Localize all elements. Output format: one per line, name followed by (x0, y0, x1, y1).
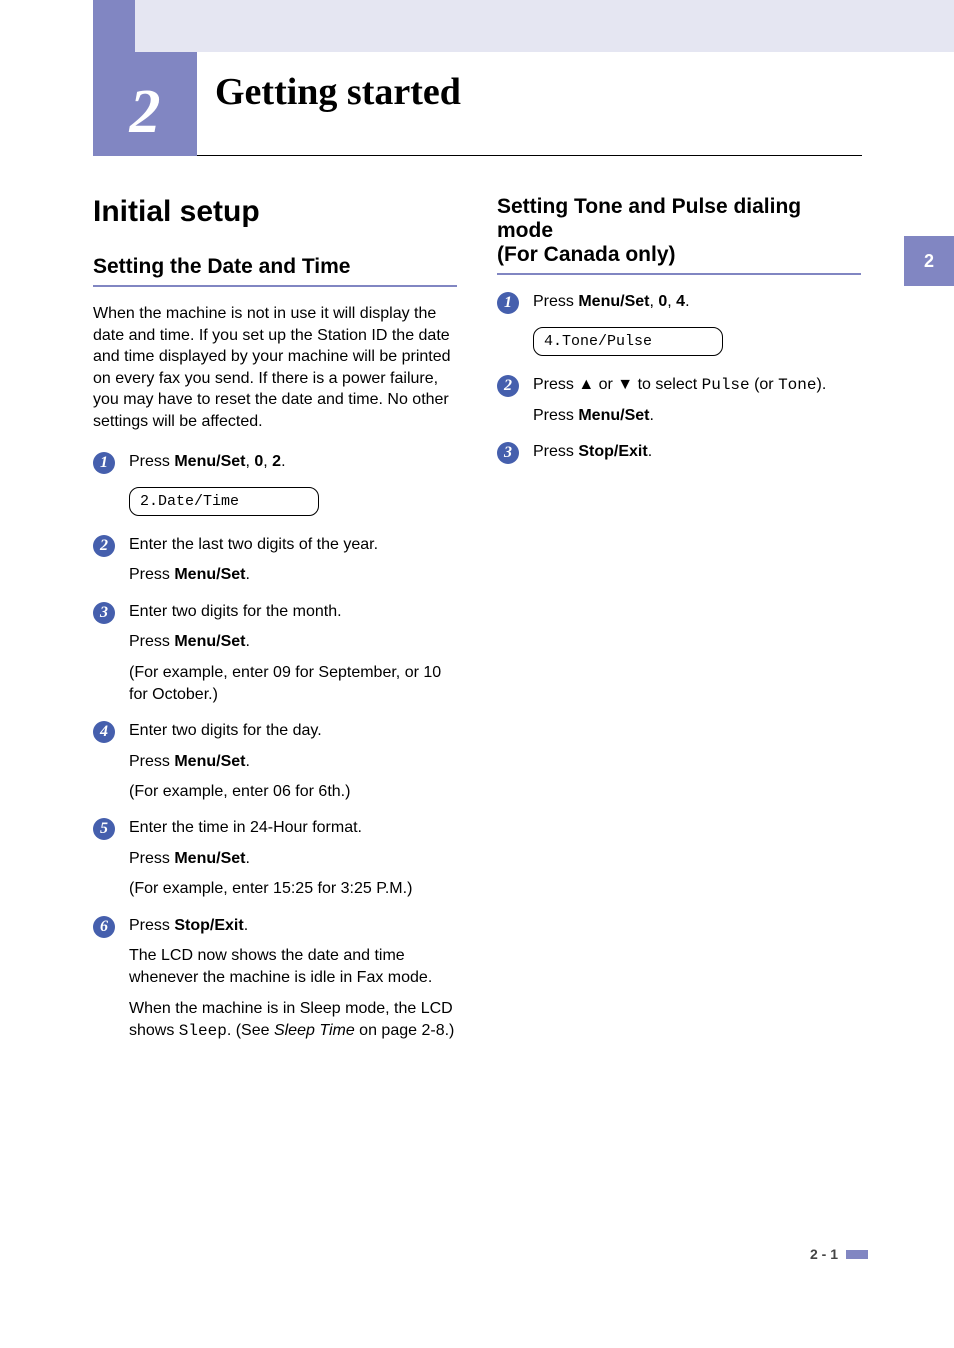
step-text: Press Menu/Set, 0, 4. (533, 291, 861, 313)
step-text: Press Menu/Set. (129, 848, 457, 870)
step-1: 1 Press Menu/Set, 0, 2. 2.Date/Time (93, 451, 457, 520)
chapter-number: 2 (130, 77, 161, 148)
page-footer: 2 - 1 (810, 1246, 868, 1262)
page-side-tab: 2 (904, 236, 954, 286)
step-body: Enter the last two digits of the year. P… (129, 534, 457, 587)
step-text: Press Menu/Set. (129, 564, 457, 586)
footer-accent-bar (846, 1250, 868, 1259)
step-text: Press Menu/Set. (129, 751, 457, 773)
step-number-icon: 5 (93, 818, 115, 840)
section-heading: Initial setup (93, 195, 457, 229)
step-number-icon: 2 (497, 375, 519, 397)
step-text: When the machine is in Sleep mode, the L… (129, 998, 457, 1043)
step-number-icon: 1 (93, 452, 115, 474)
step-body: Enter two digits for the month. Press Me… (129, 601, 457, 707)
step-body: Press Menu/Set, 0, 4. 4.Tone/Pulse (533, 291, 861, 360)
step-body: Press Menu/Set, 0, 2. 2.Date/Time (129, 451, 457, 520)
step-number-icon: 4 (93, 721, 115, 743)
step-body: Press Stop/Exit. The LCD now shows the d… (129, 915, 457, 1043)
step-example: (For example, enter 09 for September, or… (129, 662, 457, 707)
step-example: (For example, enter 06 for 6th.) (129, 781, 457, 803)
page-side-tab-label: 2 (924, 251, 934, 272)
step-text: Enter the last two digits of the year. (129, 534, 457, 556)
step-number-icon: 3 (93, 602, 115, 624)
step-6: 6 Press Stop/Exit. The LCD now shows the… (93, 915, 457, 1043)
lcd-display: 4.Tone/Pulse (533, 327, 723, 356)
left-column: Initial setup Setting the Date and Time … (93, 195, 457, 1057)
top-tab (93, 0, 135, 52)
content-area: Initial setup Setting the Date and Time … (93, 195, 861, 1057)
subsection-heading-date-time: Setting the Date and Time (93, 255, 457, 287)
chapter-title: Getting started (215, 70, 461, 114)
step-text: Enter two digits for the month. (129, 601, 457, 623)
chapter-number-block: 2 (93, 52, 197, 156)
step-3-right: 3 Press Stop/Exit. (497, 441, 861, 464)
top-bar (135, 0, 954, 52)
step-3: 3 Enter two digits for the month. Press … (93, 601, 457, 707)
step-example: (For example, enter 15:25 for 3:25 P.M.) (129, 878, 457, 900)
step-text: The LCD now shows the date and time when… (129, 945, 457, 990)
step-5: 5 Enter the time in 24-Hour format. Pres… (93, 817, 457, 900)
right-column: Setting Tone and Pulse dialing mode (For… (497, 195, 861, 1057)
subsection-heading-tone-pulse: Setting Tone and Pulse dialing mode (For… (497, 195, 861, 275)
step-2-right: 2 Press ▲ or ▼ to select Pulse (or Tone)… (497, 374, 861, 427)
chapter-underline (197, 155, 862, 156)
step-text: Press Stop/Exit. (533, 441, 861, 463)
step-1-right: 1 Press Menu/Set, 0, 4. 4.Tone/Pulse (497, 291, 861, 360)
lcd-display: 2.Date/Time (129, 487, 319, 516)
step-text: Press Stop/Exit. (129, 915, 457, 937)
step-2: 2 Enter the last two digits of the year.… (93, 534, 457, 587)
step-text: Press Menu/Set, 0, 2. (129, 451, 457, 473)
step-number-icon: 2 (93, 535, 115, 557)
page-number: 2 - 1 (810, 1246, 838, 1262)
step-number-icon: 3 (497, 442, 519, 464)
step-text: Press ▲ or ▼ to select Pulse (or Tone). (533, 374, 861, 396)
step-body: Enter the time in 24-Hour format. Press … (129, 817, 457, 900)
step-body: Enter two digits for the day. Press Menu… (129, 720, 457, 803)
step-text: Enter the time in 24-Hour format. (129, 817, 457, 839)
step-number-icon: 1 (497, 292, 519, 314)
step-number-icon: 6 (93, 916, 115, 938)
step-text: Press Menu/Set. (533, 405, 861, 427)
step-body: Press Stop/Exit. (533, 441, 861, 463)
step-text: Press Menu/Set. (129, 631, 457, 653)
intro-paragraph: When the machine is not in use it will d… (93, 303, 457, 433)
step-text: Enter two digits for the day. (129, 720, 457, 742)
step-4: 4 Enter two digits for the day. Press Me… (93, 720, 457, 803)
step-body: Press ▲ or ▼ to select Pulse (or Tone). … (533, 374, 861, 427)
